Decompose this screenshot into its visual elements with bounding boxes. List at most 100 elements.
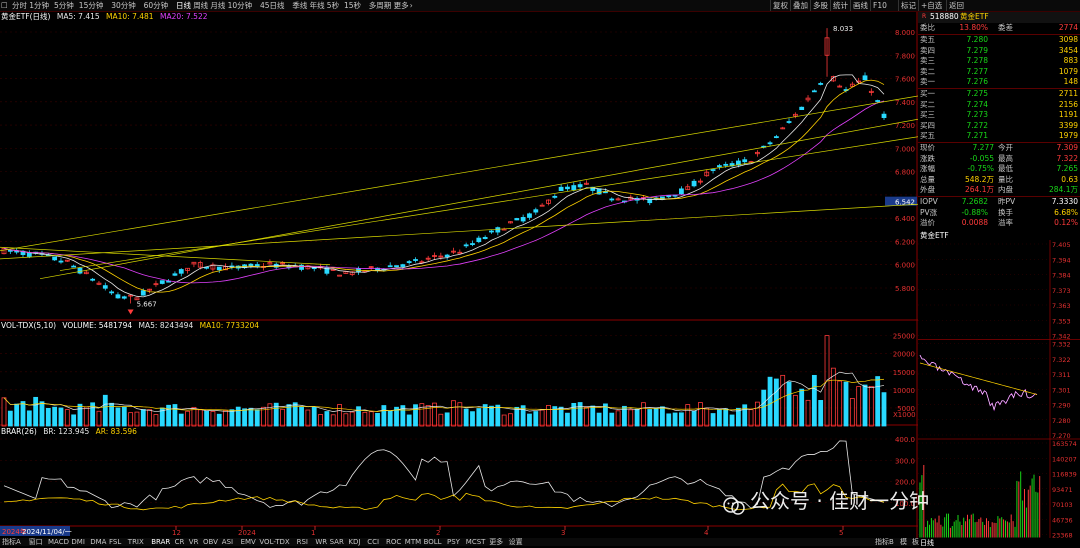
period-tab-7[interactable]: 周线 bbox=[193, 0, 208, 11]
more-arrow-icon[interactable]: › bbox=[410, 0, 413, 11]
ask-label: 卖五 bbox=[920, 35, 935, 44]
toolbar-button-3[interactable]: 统计 bbox=[830, 0, 850, 11]
stat-value: 264.1万 bbox=[965, 185, 994, 194]
toolbar-button-5[interactable]: F10 bbox=[870, 0, 889, 11]
wei-bi-value: 13.80% bbox=[959, 23, 988, 32]
period-tab-13[interactable]: 5秒 bbox=[327, 0, 339, 11]
candle-body bbox=[875, 100, 881, 102]
indicator-tab-7[interactable]: BRAR bbox=[151, 538, 170, 546]
indicator-tab-3[interactable]: DMI bbox=[71, 538, 85, 546]
candle-body bbox=[811, 90, 817, 93]
indicator-tab-22[interactable]: PSY bbox=[447, 538, 460, 546]
indicator-tab-1[interactable]: 窗口 bbox=[29, 538, 43, 546]
toolbar-button-1[interactable]: 叠加 bbox=[790, 0, 810, 11]
volume-bar bbox=[343, 413, 349, 427]
period-tab-8[interactable]: 月线 bbox=[210, 0, 225, 11]
volume-bar bbox=[128, 412, 134, 427]
ask-label: 卖三 bbox=[920, 56, 935, 65]
period-tab-4[interactable]: 30分钟 bbox=[111, 0, 136, 11]
toolbar-button-4[interactable]: 画线 bbox=[850, 0, 870, 11]
candle-body bbox=[102, 285, 108, 289]
candle-body bbox=[723, 163, 729, 166]
stat-label: 最低 bbox=[998, 164, 1013, 173]
bottom-right-tab-0[interactable]: 指标B bbox=[875, 538, 894, 546]
indicator-tab-5[interactable]: FSL bbox=[109, 538, 121, 546]
bottom-right-tab-1[interactable]: 模 bbox=[900, 538, 907, 546]
indicator-tab-4[interactable]: DMA bbox=[90, 538, 106, 546]
intraday-footer[interactable]: 日线 bbox=[920, 538, 934, 548]
indicator-tab-9[interactable]: VR bbox=[189, 538, 199, 546]
volume-bar bbox=[818, 400, 824, 427]
period-tab-9[interactable]: 10分钟 bbox=[228, 0, 253, 11]
indicator-tab-6[interactable]: TRIX bbox=[128, 538, 144, 546]
indicator-tab-11[interactable]: ASI bbox=[222, 538, 233, 546]
period-tab-6[interactable]: 日线 bbox=[176, 0, 191, 11]
volume-tick-label: 20000 bbox=[893, 351, 915, 359]
trend-line bbox=[39, 118, 918, 280]
intraday-tick-label: 116839 bbox=[1052, 470, 1077, 478]
volume-bar bbox=[495, 404, 501, 427]
indicator-tab-14[interactable]: RSI bbox=[297, 538, 308, 546]
indicator-tab-21[interactable]: BOLL bbox=[424, 538, 442, 546]
indicator-tab-24[interactable]: 更多 bbox=[489, 538, 503, 546]
stat-label: 最高 bbox=[998, 153, 1013, 163]
candle-body bbox=[90, 278, 96, 281]
volume-bar bbox=[577, 402, 583, 427]
toolbar-button-2[interactable]: 多股 bbox=[810, 0, 830, 11]
indicator-tab-17[interactable]: KDJ bbox=[348, 538, 360, 546]
ask-row: 卖二 7.277 1079 bbox=[918, 67, 1080, 78]
bid-price: 7.271 bbox=[966, 131, 988, 140]
candle-body bbox=[862, 75, 868, 81]
volume-ma5-line bbox=[3, 371, 885, 413]
indicator-tab-8[interactable]: CR bbox=[175, 538, 185, 546]
intraday-chart[interactable]: 7.405 7.394 7.384 7.373 7.363 7.353 7.3427.332… bbox=[918, 239, 1080, 539]
period-tab-11[interactable]: 季线 bbox=[292, 0, 307, 11]
indicator-tab-15[interactable]: WR bbox=[315, 538, 327, 546]
intraday-tick-label: 7.373 bbox=[1052, 286, 1071, 294]
stat-label: 今开 bbox=[998, 143, 1013, 152]
ask-label: 卖二 bbox=[920, 66, 935, 76]
indicator-tab-23[interactable]: MCST bbox=[466, 538, 486, 546]
period-tab-14[interactable]: 15秒 bbox=[344, 0, 361, 11]
indicator-tab-10[interactable]: OBV bbox=[203, 538, 218, 546]
indicator-tab-16[interactable]: SAR bbox=[330, 538, 344, 546]
volume-bar bbox=[463, 408, 469, 427]
indicator-tab-0[interactable]: 指标A bbox=[2, 538, 21, 546]
candle-body bbox=[773, 136, 779, 139]
period-tab-16[interactable]: 更多 bbox=[394, 0, 409, 11]
period-tab-10[interactable]: 45日线 bbox=[260, 0, 285, 11]
period-tab-1[interactable]: 1分钟 bbox=[29, 0, 49, 11]
menu-icon[interactable]: ☐ bbox=[1, 0, 8, 11]
indicator-tab-12[interactable]: EMV bbox=[241, 538, 256, 546]
stat-row: 外盘 264.1万 内盘 284.1万 bbox=[918, 185, 1080, 196]
stat-label: 涨幅 bbox=[920, 164, 935, 173]
period-tab-3[interactable]: 15分钟 bbox=[79, 0, 104, 11]
indicator-tab-19[interactable]: ROC bbox=[386, 538, 401, 546]
volume-unit-label: X1000 bbox=[893, 411, 916, 419]
volume-bar bbox=[14, 403, 20, 427]
iopv-label: 昨PV bbox=[998, 197, 1016, 206]
indicator-tab-18[interactable]: CCI bbox=[367, 538, 379, 546]
volume-bar bbox=[672, 412, 678, 427]
volume-bar bbox=[178, 413, 184, 427]
period-tab-15[interactable]: 多周期 bbox=[369, 0, 392, 11]
candle-body bbox=[716, 165, 722, 168]
toolbar-button-6[interactable]: 标记 bbox=[898, 0, 918, 11]
indicator-tab-13[interactable]: VOL-TDX bbox=[259, 538, 289, 546]
volume-bar bbox=[1, 397, 7, 427]
indicator-tab-20[interactable]: MTM bbox=[405, 538, 421, 546]
toolbar-button-0[interactable]: 复权 bbox=[770, 0, 790, 11]
iopv-label: 溢价 bbox=[920, 218, 935, 227]
period-tab-0[interactable]: 分时 bbox=[12, 0, 27, 11]
period-tab-2[interactable]: 5分钟 bbox=[54, 0, 74, 11]
kline-chart[interactable]: 8.0007.8007.6007.4007.2007.0006.8006.542… bbox=[0, 12, 918, 538]
indicator-tab-2[interactable]: MACD bbox=[48, 538, 69, 546]
volume-bar bbox=[641, 402, 646, 427]
bottom-right-tab-2[interactable]: 板 bbox=[912, 538, 919, 546]
bid-row: 买二 7.274 2156 bbox=[918, 100, 1080, 111]
indicator-tab-25[interactable]: 设置 bbox=[509, 538, 523, 546]
period-tab-5[interactable]: 60分钟 bbox=[144, 0, 169, 11]
period-tab-12[interactable]: 年线 bbox=[310, 0, 325, 11]
toolbar-button-8[interactable]: 返回 bbox=[946, 0, 966, 11]
toolbar-button-7[interactable]: +自选 bbox=[918, 0, 944, 11]
